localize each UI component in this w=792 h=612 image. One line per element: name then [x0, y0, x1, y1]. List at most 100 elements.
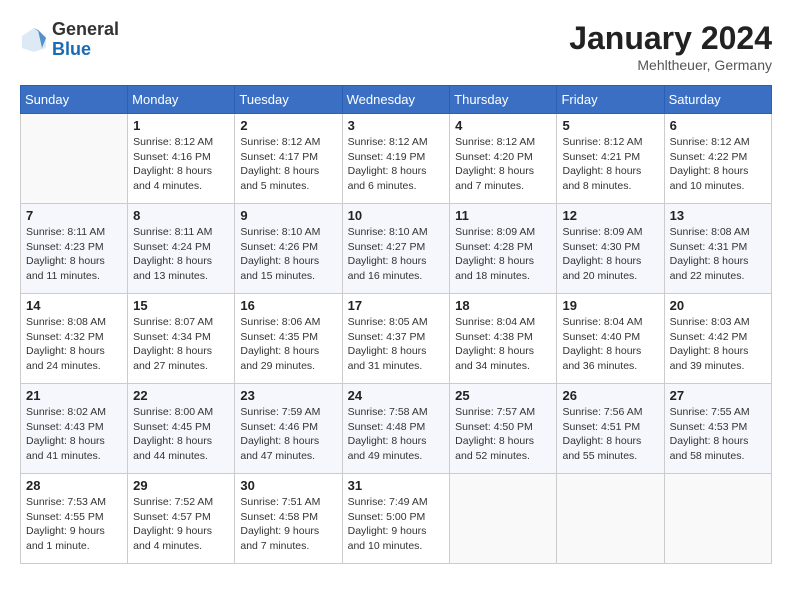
day-number: 17 [348, 298, 445, 313]
day-number: 1 [133, 118, 229, 133]
day-header-tuesday: Tuesday [235, 86, 342, 114]
calendar-body: 1Sunrise: 8:12 AMSunset: 4:16 PMDaylight… [21, 114, 772, 564]
calendar-day-cell: 29 Sunrise: 7:52 AMSunset: 4:57 PMDayligh… [128, 474, 235, 564]
calendar-day-cell [664, 474, 771, 564]
calendar-day-cell: 18 Sunrise: 8:04 AMSunset: 4:38 PMDayligh… [450, 294, 557, 384]
calendar-day-cell: 7Sunrise: 8:11 AMSunset: 4:23 PMDaylight… [21, 204, 128, 294]
calendar-day-cell: 2Sunrise: 8:12 AMSunset: 4:17 PMDaylight… [235, 114, 342, 204]
day-info: Sunrise: 7:53 AMSunset: 4:55 PMDaylight:… [26, 495, 122, 554]
day-number: 26 [562, 388, 658, 403]
day-info: Sunrise: 7:57 AMSunset: 4:50 PMDaylight:… [455, 405, 551, 464]
day-info: Sunrise: 8:07 AMSunset: 4:34 PMDaylight:… [133, 315, 229, 374]
calendar-day-cell: 12Sunrise: 8:09 AMSunset: 4:30 PMDayligh… [557, 204, 664, 294]
calendar-day-cell: 25 Sunrise: 7:57 AMSunset: 4:50 PMDayligh… [450, 384, 557, 474]
calendar-day-cell: 14 Sunrise: 8:08 AMSunset: 4:32 PMDayligh… [21, 294, 128, 384]
calendar-day-cell: 19 Sunrise: 8:04 AMSunset: 4:40 PMDayligh… [557, 294, 664, 384]
calendar-day-cell: 8Sunrise: 8:11 AMSunset: 4:24 PMDaylight… [128, 204, 235, 294]
calendar-header: SundayMondayTuesdayWednesdayThursdayFrid… [21, 86, 772, 114]
day-number: 4 [455, 118, 551, 133]
day-info: Sunrise: 8:09 AMSunset: 4:28 PMDaylight:… [455, 225, 551, 284]
calendar-day-cell: 9Sunrise: 8:10 AMSunset: 4:26 PMDaylight… [235, 204, 342, 294]
calendar-day-cell: 6Sunrise: 8:12 AMSunset: 4:22 PMDaylight… [664, 114, 771, 204]
calendar-day-cell [450, 474, 557, 564]
page-header: General Blue January 2024 Mehltheuer, Ge… [20, 20, 772, 73]
day-number: 24 [348, 388, 445, 403]
logo-general: General [52, 20, 119, 40]
day-number: 13 [670, 208, 766, 223]
calendar-day-cell: 17Sunrise: 8:05 AMSunset: 4:37 PMDayligh… [342, 294, 450, 384]
calendar-day-cell: 30Sunrise: 7:51 AMSunset: 4:58 PMDayligh… [235, 474, 342, 564]
calendar-day-cell: 31 Sunrise: 7:49 AMSunset: 5:00 PMDayligh… [342, 474, 450, 564]
calendar-day-cell: 13Sunrise: 8:08 AMSunset: 4:31 PMDayligh… [664, 204, 771, 294]
day-info: Sunrise: 8:04 AMSunset: 4:40 PMDaylight:… [562, 315, 658, 374]
day-info: Sunrise: 8:10 AMSunset: 4:26 PMDaylight:… [240, 225, 336, 284]
day-number: 3 [348, 118, 445, 133]
day-info: Sunrise: 8:10 AMSunset: 4:27 PMDaylight:… [348, 225, 445, 284]
calendar-day-cell: 28Sunrise: 7:53 AMSunset: 4:55 PMDayligh… [21, 474, 128, 564]
day-info: Sunrise: 7:58 AMSunset: 4:48 PMDaylight:… [348, 405, 445, 464]
logo-text: General Blue [52, 20, 119, 60]
day-number: 22 [133, 388, 229, 403]
day-number: 15 [133, 298, 229, 313]
calendar-day-cell: 26 Sunrise: 7:56 AMSunset: 4:51 PMDayligh… [557, 384, 664, 474]
day-number: 5 [562, 118, 658, 133]
day-number: 19 [562, 298, 658, 313]
calendar-day-cell: 11 Sunrise: 8:09 AMSunset: 4:28 PMDayligh… [450, 204, 557, 294]
logo-blue: Blue [52, 40, 119, 60]
day-number: 23 [240, 388, 336, 403]
day-info: Sunrise: 8:12 AMSunset: 4:20 PMDaylight:… [455, 135, 551, 194]
day-number: 11 [455, 208, 551, 223]
day-info: Sunrise: 8:04 AMSunset: 4:38 PMDaylight:… [455, 315, 551, 374]
day-number: 29 [133, 478, 229, 493]
day-info: Sunrise: 8:06 AMSunset: 4:35 PMDaylight:… [240, 315, 336, 374]
day-info: Sunrise: 8:12 AMSunset: 4:17 PMDaylight:… [240, 135, 336, 194]
day-header-saturday: Saturday [664, 86, 771, 114]
day-number: 10 [348, 208, 445, 223]
days-of-week-row: SundayMondayTuesdayWednesdayThursdayFrid… [21, 86, 772, 114]
day-number: 21 [26, 388, 122, 403]
day-info: Sunrise: 8:03 AMSunset: 4:42 PMDaylight:… [670, 315, 766, 374]
calendar-day-cell: 4 Sunrise: 8:12 AMSunset: 4:20 PMDaylight… [450, 114, 557, 204]
calendar-week-row: 28Sunrise: 7:53 AMSunset: 4:55 PMDayligh… [21, 474, 772, 564]
day-info: Sunrise: 7:56 AMSunset: 4:51 PMDaylight:… [562, 405, 658, 464]
calendar-day-cell: 24 Sunrise: 7:58 AMSunset: 4:48 PMDayligh… [342, 384, 450, 474]
day-info: Sunrise: 8:00 AMSunset: 4:45 PMDaylight:… [133, 405, 229, 464]
logo: General Blue [20, 20, 119, 60]
calendar-week-row: 7Sunrise: 8:11 AMSunset: 4:23 PMDaylight… [21, 204, 772, 294]
day-info: Sunrise: 8:12 AMSunset: 4:21 PMDaylight:… [562, 135, 658, 194]
calendar-table: SundayMondayTuesdayWednesdayThursdayFrid… [20, 85, 772, 564]
calendar-day-cell: 27Sunrise: 7:55 AMSunset: 4:53 PMDayligh… [664, 384, 771, 474]
location-subtitle: Mehltheuer, Germany [569, 57, 772, 73]
calendar-day-cell: 21 Sunrise: 8:02 AMSunset: 4:43 PMDayligh… [21, 384, 128, 474]
calendar-week-row: 21 Sunrise: 8:02 AMSunset: 4:43 PMDayligh… [21, 384, 772, 474]
day-number: 25 [455, 388, 551, 403]
calendar-day-cell [557, 474, 664, 564]
calendar-day-cell [21, 114, 128, 204]
day-info: Sunrise: 8:08 AMSunset: 4:32 PMDaylight:… [26, 315, 122, 374]
day-info: Sunrise: 7:52 AMSunset: 4:57 PMDaylight:… [133, 495, 229, 554]
day-number: 18 [455, 298, 551, 313]
day-info: Sunrise: 8:11 AMSunset: 4:23 PMDaylight:… [26, 225, 122, 284]
day-header-sunday: Sunday [21, 86, 128, 114]
day-number: 14 [26, 298, 122, 313]
day-info: Sunrise: 8:09 AMSunset: 4:30 PMDaylight:… [562, 225, 658, 284]
calendar-day-cell: 22 Sunrise: 8:00 AMSunset: 4:45 PMDayligh… [128, 384, 235, 474]
day-info: Sunrise: 7:49 AMSunset: 5:00 PMDaylight:… [348, 495, 445, 554]
calendar-day-cell: 10 Sunrise: 8:10 AMSunset: 4:27 PMDayligh… [342, 204, 450, 294]
calendar-day-cell: 23Sunrise: 7:59 AMSunset: 4:46 PMDayligh… [235, 384, 342, 474]
day-info: Sunrise: 8:12 AMSunset: 4:22 PMDaylight:… [670, 135, 766, 194]
day-number: 27 [670, 388, 766, 403]
day-number: 31 [348, 478, 445, 493]
day-header-monday: Monday [128, 86, 235, 114]
day-info: Sunrise: 8:12 AMSunset: 4:19 PMDaylight:… [348, 135, 445, 194]
month-year-title: January 2024 [569, 20, 772, 57]
day-header-friday: Friday [557, 86, 664, 114]
day-header-wednesday: Wednesday [342, 86, 450, 114]
calendar-day-cell: 1Sunrise: 8:12 AMSunset: 4:16 PMDaylight… [128, 114, 235, 204]
day-info: Sunrise: 8:02 AMSunset: 4:43 PMDaylight:… [26, 405, 122, 464]
day-number: 30 [240, 478, 336, 493]
calendar-week-row: 14 Sunrise: 8:08 AMSunset: 4:32 PMDayligh… [21, 294, 772, 384]
calendar-day-cell: 15 Sunrise: 8:07 AMSunset: 4:34 PMDayligh… [128, 294, 235, 384]
day-number: 8 [133, 208, 229, 223]
day-number: 16 [240, 298, 336, 313]
